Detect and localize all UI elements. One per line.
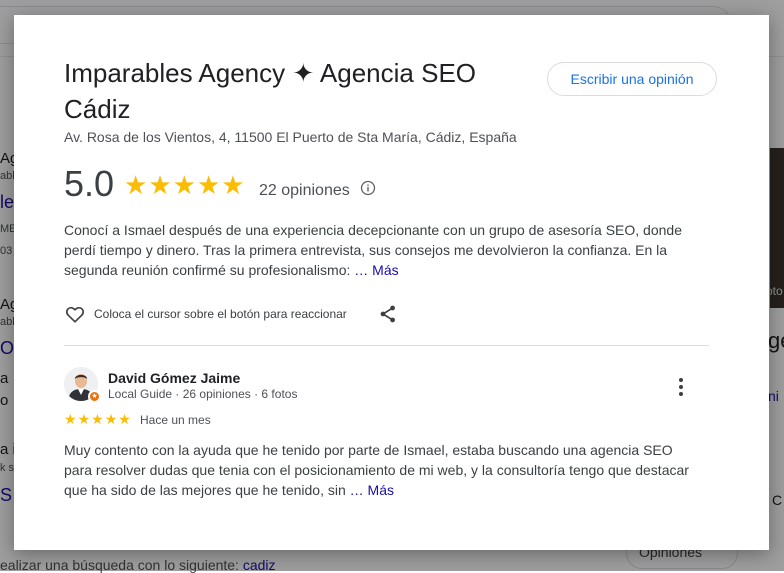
review-separator [64,345,709,346]
local-guide-badge-icon: ★ [88,390,101,403]
star-icon: ★ [172,170,196,200]
review-date: Hace un mes [140,413,211,427]
review-stars: ★ ★ ★ ★ ★ [64,412,131,426]
star-icon: ★ [77,411,91,427]
review-body: Muy contento con la ayuda que he tenido … [64,440,704,500]
reviews-count: 22 opiniones [259,182,350,199]
info-icon[interactable] [360,180,376,196]
reviewer-name[interactable]: David Gómez Jaime [108,370,240,386]
featured-review-more-link[interactable]: … Más [354,262,398,278]
star-icon: ★ [118,411,131,427]
heart-icon[interactable] [64,303,86,325]
rating-summary: 5.0 ★ ★ ★ ★ ★ 22 opiniones [64,164,424,204]
rating-stars: ★ ★ ★ ★ ★ [124,172,245,198]
featured-review: Conocí a Ismael después de una experienc… [64,220,694,280]
star-icon: ★ [148,170,172,200]
business-address: Av. Rosa de los Vientos, 4, 11500 El Pue… [64,129,517,145]
rating-value: 5.0 [64,163,115,204]
react-row: Coloca el cursor sobre el botón para rea… [64,302,414,326]
reviews-dialog: Imparables Agency ✦ Agencia SEO Cádiz Es… [14,15,769,550]
review-more-link[interactable]: … Más [350,482,394,498]
write-review-button[interactable]: Escribir una opinión [547,62,717,96]
star-icon: ★ [64,411,77,427]
reviewer-meta: Local Guide · 26 opiniones · 6 fotos [108,387,298,401]
react-hint: Coloca el cursor sobre el botón para rea… [94,307,347,321]
business-title: Imparables Agency ✦ Agencia SEO Cádiz [64,58,477,124]
star-icon: ★ [221,170,245,200]
reviewer-avatar[interactable]: ★ [64,367,101,403]
star-icon: ★ [196,170,221,200]
star-icon: ★ [124,170,148,200]
star-icon: ★ [91,411,104,427]
star-icon: ★ [104,411,118,427]
more-vert-icon[interactable] [669,375,693,399]
share-icon[interactable] [377,303,399,325]
review-rating-row: ★ ★ ★ ★ ★ Hace un mes [64,412,264,428]
